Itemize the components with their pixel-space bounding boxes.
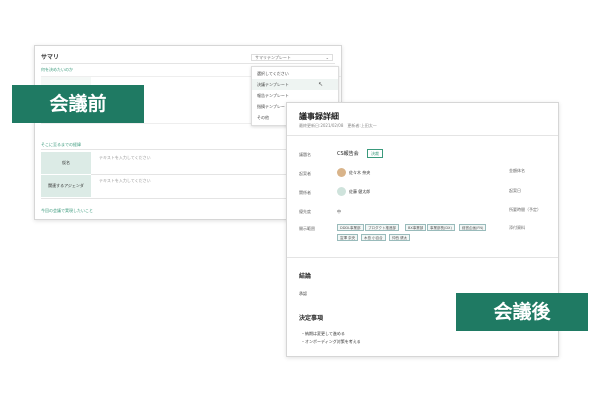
scope-tag: DDDL事業部: [337, 224, 364, 231]
after-meeting-banner: 会議後: [456, 293, 588, 331]
conclusion-title: 結論: [299, 273, 312, 280]
section-heading: 今回の会議で実現したいこと: [41, 208, 93, 213]
field-label: 関係者: [299, 190, 311, 195]
field-label: 金額体名: [509, 168, 525, 173]
text-input[interactable]: テキストを入力してください: [99, 155, 151, 160]
template-select[interactable]: サマリテンプレート ⌄: [251, 54, 333, 61]
section-heading: そこに至るまでの経緯: [41, 142, 81, 147]
row-label: 関連するアジェンダ: [48, 183, 84, 188]
text-input[interactable]: テキストを入力してください: [99, 178, 151, 183]
summary-title: サマリ: [41, 54, 60, 61]
field-label: 添付資料: [509, 225, 525, 230]
avatar: [337, 187, 346, 196]
scope-tag: 木島 小百合: [361, 234, 386, 241]
dropdown-item[interactable]: 決議テンプレート: [252, 79, 338, 90]
avatar: [337, 168, 346, 177]
conclusion-value: 承認: [299, 291, 307, 296]
creator-name: 佐々木 奈央: [349, 170, 371, 175]
before-meeting-banner: 会議前: [12, 85, 144, 123]
status-badge: 決裁: [367, 149, 383, 158]
scope-tag: 仲西 健太: [389, 234, 411, 241]
cursor-icon: ↖: [318, 81, 324, 88]
scope-tag: 富澤 奈央: [337, 234, 359, 241]
template-select-value: サマリテンプレート: [255, 55, 291, 60]
decision-item: ・オンボーディング対策を考える: [301, 339, 361, 344]
scope-tag: 経営企画(FN): [459, 224, 487, 231]
scope-tag: プロダクト推進部: [365, 224, 399, 231]
last-updated: 最終更新日:2021/02/08 更新者:上田太一: [299, 123, 377, 128]
priority-value: 中: [337, 209, 341, 214]
divider: [287, 257, 558, 258]
scope-tag: 事業部長(DX): [427, 224, 455, 231]
question-heading: 何を決めたいのか: [41, 67, 73, 72]
field-label: 議題名: [299, 152, 311, 157]
divider: [41, 63, 335, 64]
row-label-cell: 関連するアジェンダ: [41, 175, 91, 197]
page-title: 議事録詳細: [299, 112, 339, 121]
owner-name: 佐藤 健太郎: [349, 189, 371, 194]
decisions-title: 決定事項: [299, 315, 324, 322]
divider: [287, 135, 558, 136]
row-label-cell: 仮名: [41, 152, 91, 174]
dropdown-item[interactable]: 報告テンプレート: [252, 90, 338, 101]
field-label: 優先度: [299, 209, 311, 214]
row-label: 仮名: [62, 160, 70, 165]
decision-item: ・納期は変更して進める: [301, 331, 345, 336]
agenda-name: CS報告会: [337, 151, 359, 157]
field-label: 開示範囲: [299, 226, 315, 231]
field-label: 起案者: [299, 171, 311, 176]
field-label: 所要時間（予定）: [509, 207, 541, 212]
chevron-down-icon: ⌄: [325, 55, 329, 60]
scope-tag: BX事業部: [405, 224, 427, 231]
dropdown-item[interactable]: 選択してください: [252, 68, 338, 79]
field-label: 起案日: [509, 188, 521, 193]
